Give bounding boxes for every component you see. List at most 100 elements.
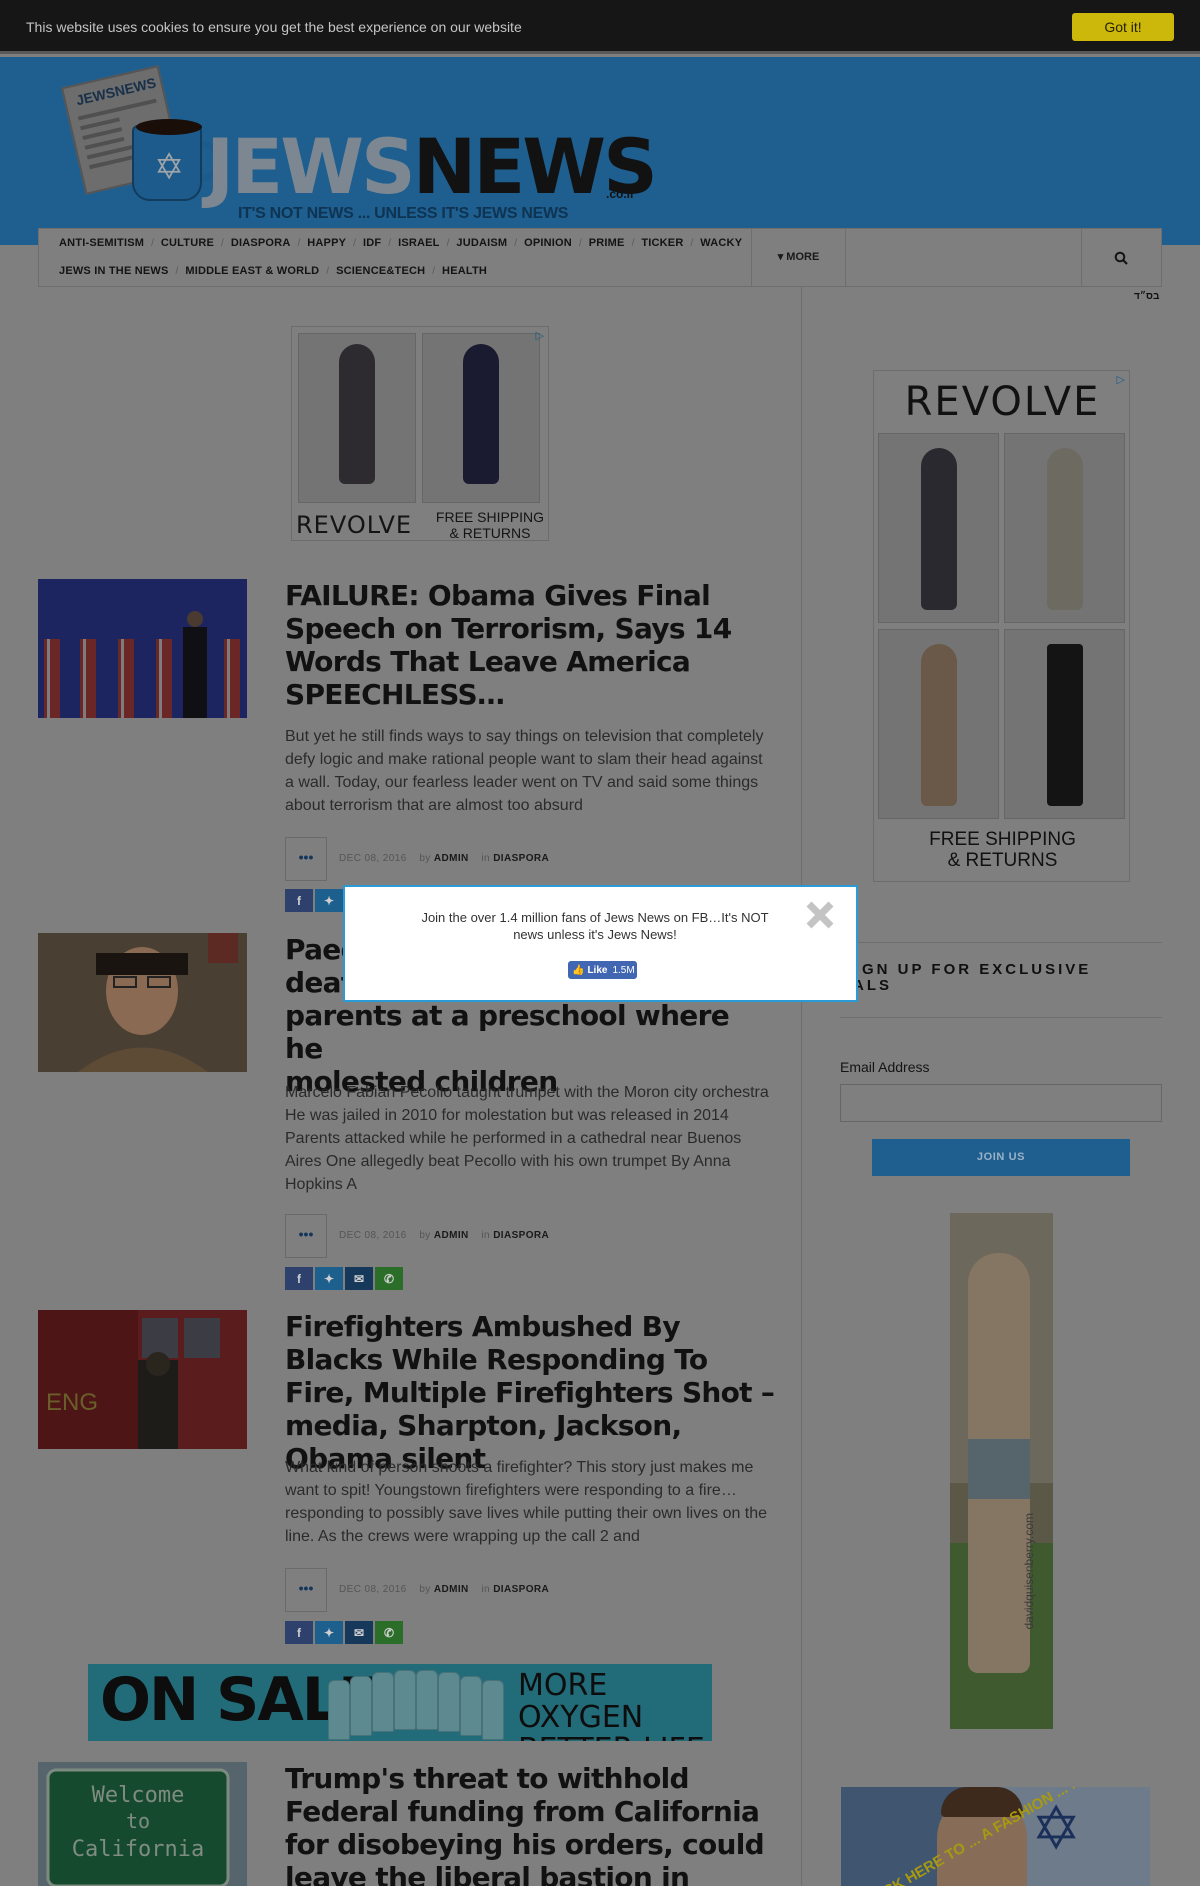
- more-button[interactable]: •••: [285, 1568, 327, 1612]
- more-button[interactable]: •••: [285, 837, 327, 881]
- close-icon[interactable]: [803, 898, 837, 932]
- whatsapp-icon[interactable]: ✆: [375, 1267, 403, 1290]
- article-author[interactable]: ADMIN: [434, 1230, 469, 1241]
- whatsapp-icon[interactable]: ✆: [375, 1621, 403, 1644]
- ad-product-image: [298, 333, 416, 503]
- article-thumbnail[interactable]: [38, 933, 247, 1072]
- nav-item-opinion[interactable]: OPINION: [524, 237, 572, 249]
- article-category[interactable]: DIASPORA: [493, 1230, 549, 1241]
- ad-shipping-text: FREE SHIPPING & RETURNS: [435, 509, 545, 541]
- article-thumbnail[interactable]: [38, 579, 247, 718]
- facebook-icon[interactable]: f: [285, 1621, 313, 1644]
- logo-wordmark: JEWSNEWS: [206, 122, 658, 211]
- nav-item-middle-east-world[interactable]: MIDDLE EAST & WORLD: [185, 265, 319, 277]
- twitter-icon[interactable]: ✦: [315, 889, 343, 912]
- twitter-icon[interactable]: ✦: [315, 1621, 343, 1644]
- article-meta-text: DEC 08, 2016 by ADMIN in DIASPORA: [339, 1230, 550, 1241]
- main-nav: ANTI-SEMITISM / CULTURE / DIASPORA / HAPPY /…: [38, 228, 1162, 287]
- article-card: ENG Firefighters Ambushed By Blacks Whil…: [38, 1310, 775, 1646]
- site-logo[interactable]: JEWSNEWS ✡ JEWSNEWS .co.il IT'S NOT NEWS…: [60, 65, 658, 225]
- article-excerpt: But yet he still finds ways to say thing…: [285, 728, 764, 814]
- logo-tagline: IT'S NOT NEWS ... UNLESS IT'S JEWS NEWS: [238, 205, 569, 222]
- fashion-ad-tall[interactable]: davidquisenberry.com: [950, 1213, 1053, 1729]
- article-card: FAILURE: Obama Gives Final Speech on Ter…: [38, 579, 770, 915]
- cookie-accept-button[interactable]: Got it!: [1072, 13, 1174, 41]
- nav-item-culture[interactable]: CULTURE: [161, 237, 214, 249]
- nav-item-israel[interactable]: ISRAEL: [398, 237, 440, 249]
- article-category[interactable]: DIASPORA: [493, 1584, 549, 1595]
- nav-item-science-tech[interactable]: SCIENCE&TECH: [336, 265, 425, 277]
- nav-search-button[interactable]: [1081, 229, 1162, 286]
- article-excerpt: Marcelo Fabian Pecollo taught trumpet wi…: [285, 1084, 769, 1193]
- article-meta: ••• DEC 08, 2016 by ADMIN in DIASPORA: [285, 1568, 775, 1612]
- nav-item-health[interactable]: HEALTH: [442, 265, 487, 277]
- email-label: Email Address: [840, 1059, 930, 1075]
- cookie-message: This website uses cookies to ensure you …: [26, 19, 522, 35]
- nav-item-judaism[interactable]: JUDAISM: [456, 237, 507, 249]
- israel-ad[interactable]: ✡ CLICK HERE TO ... A FASHION ... MENT: [841, 1787, 1150, 1886]
- adchoices-icon[interactable]: ▷: [536, 329, 544, 342]
- article-author[interactable]: ADMIN: [434, 853, 469, 864]
- popup-message: Join the over 1.4 million fans of Jews N…: [421, 910, 769, 942]
- share-buttons: f ✦: [285, 889, 343, 912]
- article-author[interactable]: ADMIN: [434, 1584, 469, 1595]
- nav-row-1: ANTI-SEMITISM / CULTURE / DIASPORA / HAPPY /…: [59, 237, 743, 249]
- article-category[interactable]: DIASPORA: [493, 853, 549, 864]
- join-us-button[interactable]: JOIN US: [872, 1139, 1130, 1176]
- email-icon[interactable]: ✉: [345, 1267, 373, 1290]
- article-meta: ••• DEC 08, 2016 by ADMIN in DIASPORA: [285, 1214, 775, 1258]
- star-of-david-icon: ✡: [154, 146, 185, 187]
- nav-more-button[interactable]: ▾ MORE: [751, 229, 846, 286]
- article-title[interactable]: FAILURE: Obama Gives Final Speech on Ter…: [285, 579, 775, 711]
- facebook-like-button[interactable]: 👍 Like 1.5M: [568, 961, 637, 979]
- nav-item-prime[interactable]: PRIME: [589, 237, 625, 249]
- logo-tld: .co.il: [606, 187, 634, 201]
- ad-shipping-text: FREE SHIPPING & RETURNS: [929, 829, 1076, 871]
- ad-product-image: [1004, 629, 1125, 819]
- article-meta: ••• DEC 08, 2016 by ADMIN in DIASPORA: [285, 837, 775, 881]
- sale-tagline: MORE OXYGENBETTER LIFE: [518, 1668, 705, 1742]
- nav-item-diaspora[interactable]: DIASPORA: [231, 237, 291, 249]
- thumbs-up-icon: 👍: [572, 964, 585, 976]
- article-meta-text: DEC 08, 2016 by ADMIN in DIASPORA: [339, 1584, 550, 1595]
- sign-text-line: California: [72, 1837, 204, 1862]
- article-excerpt: What kind of person shoots a firefighter…: [285, 1459, 768, 1545]
- article-title[interactable]: Firefighters Ambushed By Blacks While Re…: [285, 1310, 775, 1475]
- revolve-ad-side[interactable]: ▷ REVOLVE FREE SHIPPING & RETURNS: [873, 370, 1130, 882]
- cookie-banner: This website uses cookies to ensure you …: [0, 0, 1200, 54]
- ad-product-image: [1004, 433, 1125, 623]
- ad-brand: REVOLVE: [296, 511, 413, 539]
- site-header: JEWSNEWS ✡ JEWSNEWS .co.il IT'S NOT NEWS…: [0, 57, 1200, 245]
- twitter-icon[interactable]: ✦: [315, 1267, 343, 1290]
- article-thumbnail[interactable]: ENG: [38, 1310, 247, 1449]
- article-title[interactable]: Trump's threat to withhold Federal fundi…: [285, 1762, 775, 1886]
- nav-links: ANTI-SEMITISM / CULTURE / DIASPORA / HAPPY /…: [39, 229, 751, 286]
- email-input[interactable]: [840, 1084, 1162, 1122]
- facebook-icon[interactable]: f: [285, 889, 313, 912]
- column-divider: [801, 287, 802, 1886]
- nav-item-idf[interactable]: IDF: [363, 237, 381, 249]
- article-card: Welcome to California Trump's threat to …: [38, 1762, 770, 1886]
- nav-item-jews-in-the-news[interactable]: JEWS IN THE NEWS: [59, 265, 169, 277]
- nav-row-2: JEWS IN THE NEWS / MIDDLE EAST & WORLD / S…: [59, 265, 488, 277]
- water-bottles-image: [328, 1670, 506, 1740]
- search-icon: [1114, 251, 1128, 265]
- nav-item-ticker[interactable]: TICKER: [641, 237, 683, 249]
- revolve-ad-top[interactable]: ▷ REVOLVE FREE SHIPPING & RETURNS: [291, 326, 549, 541]
- nav-item-anti-semitism[interactable]: ANTI-SEMITISM: [59, 237, 144, 249]
- facebook-icon[interactable]: f: [285, 1267, 313, 1290]
- article-thumbnail[interactable]: Welcome to California: [38, 1762, 247, 1886]
- sale-banner-ad[interactable]: ON SALE MORE OXYGENBETTER LIFE: [88, 1664, 712, 1741]
- bsd-label: בס״ד: [1134, 291, 1160, 302]
- article-meta-text: DEC 08, 2016 by ADMIN in DIASPORA: [339, 853, 550, 864]
- nav-item-wacky[interactable]: WACKY: [700, 237, 742, 249]
- facebook-popup: Join the over 1.4 million fans of Jews N…: [343, 885, 858, 1002]
- nav-item-happy[interactable]: HAPPY: [307, 237, 346, 249]
- sign-text-line: to: [126, 1809, 150, 1833]
- ad-product-image: [422, 333, 540, 503]
- more-button[interactable]: •••: [285, 1214, 327, 1258]
- ad-product-image: [878, 433, 999, 623]
- ad-brand: REVOLVE: [904, 379, 1101, 425]
- email-icon[interactable]: ✉: [345, 1621, 373, 1644]
- share-buttons: f ✦ ✉ ✆: [285, 1621, 403, 1644]
